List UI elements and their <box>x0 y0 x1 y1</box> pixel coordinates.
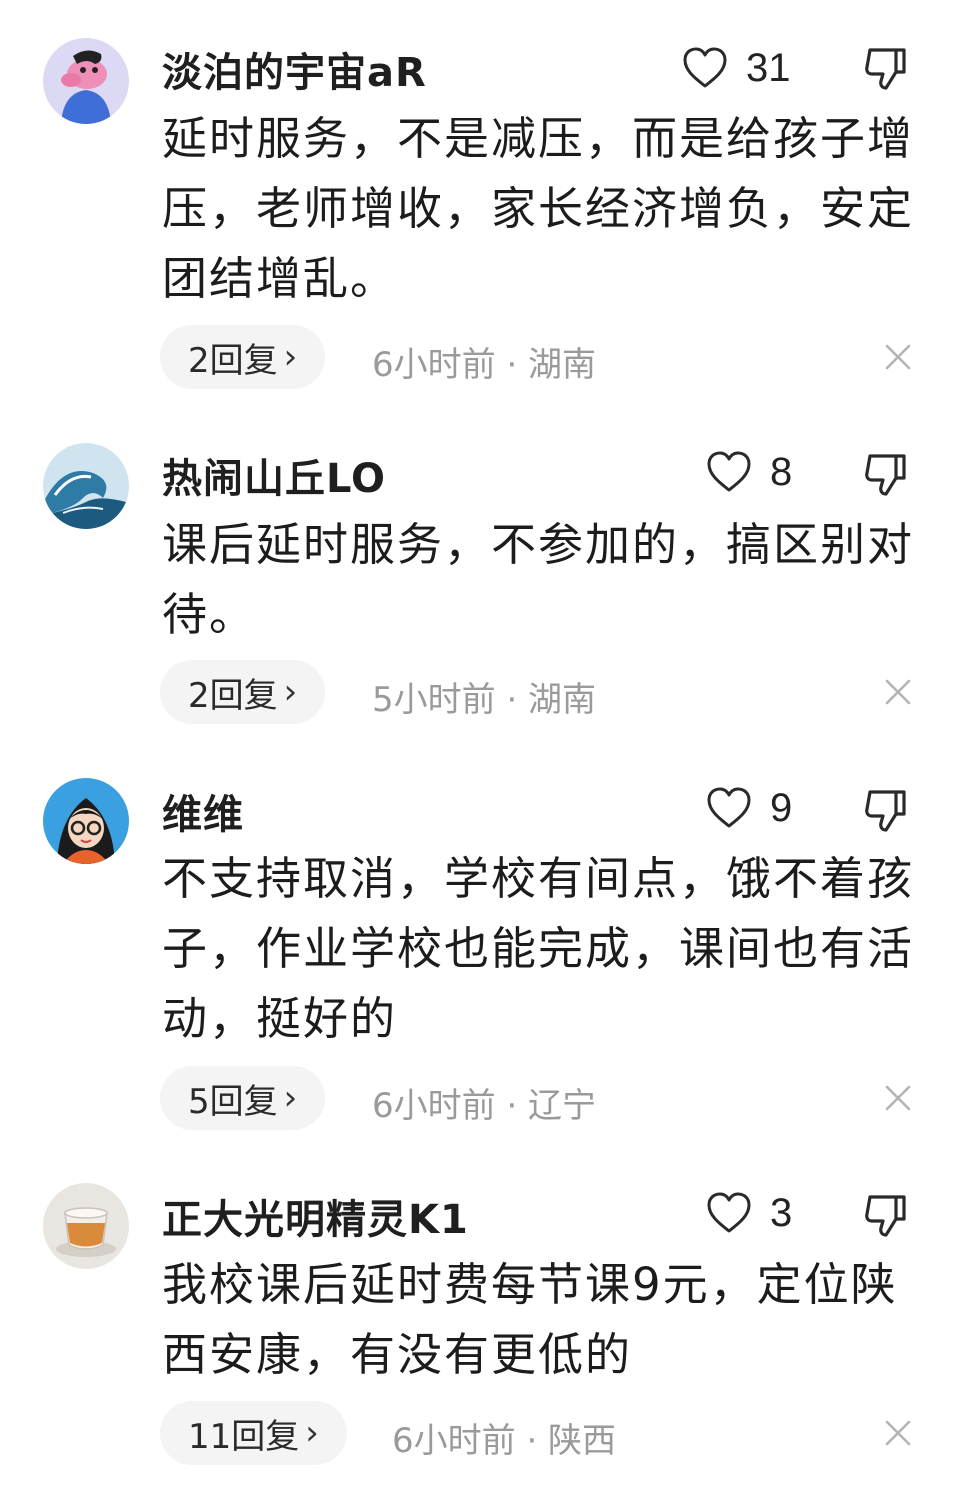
close-icon[interactable] <box>882 1082 914 1114</box>
username[interactable]: 热闹山丘LO <box>162 446 386 504</box>
heart-outline-icon[interactable] <box>706 787 752 829</box>
reply-button[interactable]: 11回复 › <box>160 1401 347 1465</box>
cartoon-girl-glasses-avatar-icon <box>43 778 129 864</box>
chevron-right-icon: › <box>283 337 298 377</box>
reply-button[interactable]: 5回复 › <box>160 1066 326 1130</box>
reply-count: 2回复 <box>188 340 278 381</box>
reply-count: 11回复 <box>188 1416 300 1457</box>
thumbs-down-outline-icon[interactable] <box>862 786 910 834</box>
tea-cup-avatar-icon <box>43 1183 129 1269</box>
like-count: 3 <box>770 1190 793 1235</box>
comment-meta: 5小时前 · 湖南 <box>372 680 597 720</box>
like-button[interactable]: 31 <box>682 44 791 92</box>
comment-meta: 6小时前 · 陕西 <box>392 1421 617 1461</box>
avatar[interactable] <box>43 778 129 864</box>
like-button[interactable]: 9 <box>706 784 792 832</box>
thumbs-down-outline-icon[interactable] <box>862 450 910 498</box>
avatar[interactable] <box>43 38 129 124</box>
reply-count: 5回复 <box>188 1081 278 1122</box>
close-icon[interactable] <box>882 1417 914 1449</box>
username[interactable]: 淡泊的宇宙aR <box>162 40 427 98</box>
like-count: 8 <box>770 449 793 494</box>
chevron-right-icon: › <box>283 672 298 712</box>
close-icon[interactable] <box>882 341 914 373</box>
heart-outline-icon[interactable] <box>706 451 752 493</box>
comment-text: 课后延时服务，不参加的，搞区别对待。 <box>162 518 915 641</box>
ocean-wave-avatar-icon <box>43 443 129 529</box>
chevron-right-icon: › <box>305 1413 319 1453</box>
username[interactable]: 正大光明精灵K1 <box>162 1187 469 1245</box>
like-button[interactable]: 3 <box>706 1189 792 1237</box>
comment-text: 我校课后延时费每节课9元，定位陕西安康，有没有更低的 <box>162 1258 898 1381</box>
comment-text: 不支持取消，学校有间点，饿不着孩子，作业学校也能完成，课间也有活动，挺好的 <box>162 852 915 1045</box>
avatar[interactable] <box>43 1183 129 1269</box>
avatar[interactable] <box>43 443 129 529</box>
comment-meta: 6小时前 · 湖南 <box>372 345 597 385</box>
heart-outline-icon[interactable] <box>682 47 728 89</box>
like-count: 9 <box>770 785 793 830</box>
thumbs-down-outline-icon[interactable] <box>862 1191 910 1239</box>
chevron-right-icon: › <box>283 1078 298 1118</box>
comment-text: 延时服务，不是减压，而是给孩子增压，老师增收，家长经济增负，安定团结增乱。 <box>162 112 915 305</box>
reply-button[interactable]: 2回复 › <box>160 325 326 389</box>
reply-count: 2回复 <box>188 675 278 716</box>
comment-meta: 6小时前 · 辽宁 <box>372 1086 597 1126</box>
close-icon[interactable] <box>882 676 914 708</box>
thumbs-down-outline-icon[interactable] <box>862 44 910 92</box>
like-button[interactable]: 8 <box>706 448 792 496</box>
heart-outline-icon[interactable] <box>706 1192 752 1234</box>
reply-button[interactable]: 2回复 › <box>160 660 326 724</box>
like-count: 31 <box>746 45 791 90</box>
pink-cartoon-avatar-icon <box>43 38 129 124</box>
username[interactable]: 维维 <box>162 782 244 840</box>
